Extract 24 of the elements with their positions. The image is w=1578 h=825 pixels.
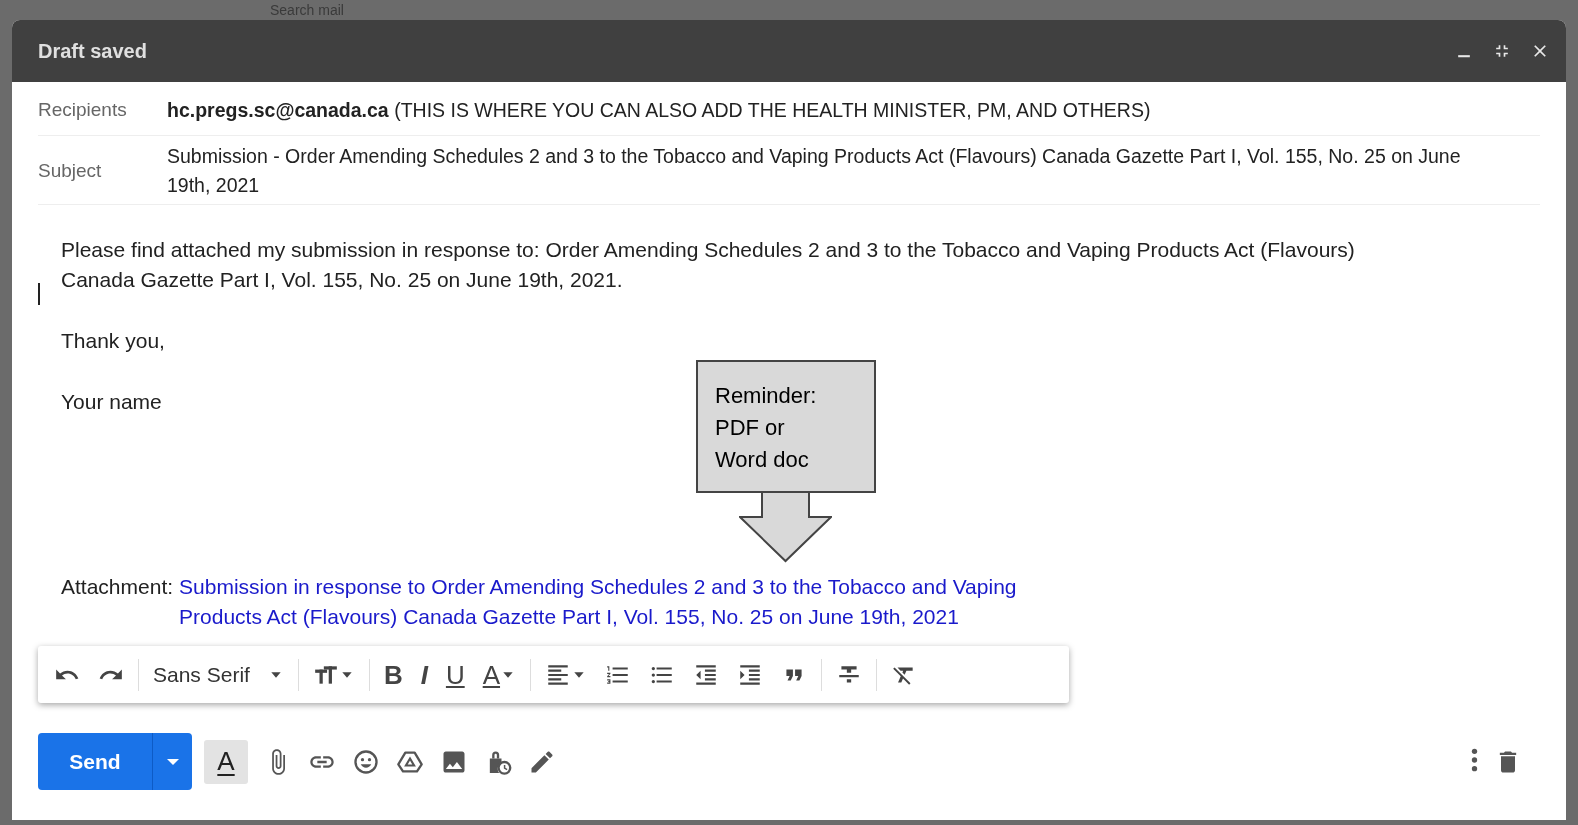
font-dropdown[interactable]: Sans Serif [145, 655, 292, 695]
formatting-options-button[interactable]: A [204, 739, 248, 784]
send-button[interactable]: Send [38, 733, 152, 791]
recipient-note: (THIS IS WHERE YOU CAN ALSO ADD THE HEALTH MINISTER, PM, AND OTHERS) [394, 99, 1151, 121]
italic-button[interactable]: I [412, 657, 436, 692]
bold-button[interactable]: B [375, 657, 411, 692]
body-paragraph: Thank you, [61, 328, 165, 355]
subject-field[interactable]: Submission - Order Amending Schedules 2 and 3 to the Tobacco and Vaping Products Act (Flavours) Canada Gazette Part I, Vol. 155, No. 25 on June 19th, 2021 [167, 142, 1507, 201]
callout-note: Reminder: PDF or Word doc [696, 360, 876, 494]
text-color-button[interactable]: A [474, 657, 525, 692]
recipient-address[interactable]: hc.pregs.sc@canada.ca [167, 99, 389, 121]
body-paragraph: Your name [61, 389, 162, 416]
field-label: Subject [38, 159, 103, 183]
caret-icon [166, 758, 179, 765]
more-icon [1471, 747, 1478, 772]
attachment-link[interactable]: Submission in response to Order Amending Schedules 2 and 3 to the Tobacco and Vaping Products Act (Flavours) Canada Gazette Part I, Vol. 155, No. 25 on June 19th, 2021 [179, 572, 1071, 633]
window-title: Draft saved [38, 39, 147, 64]
underline-button[interactable]: U [437, 657, 473, 692]
send-options-button[interactable] [152, 733, 192, 791]
body-paragraph: Please find attached my submission in response to: Order Amending Schedules 2 and 3 to the Tobacco and Vaping Products Act (Flavours) Canada Gazette Part I, Vol. 155, No. 25 on June 19th, 2021. [61, 237, 1356, 294]
text-cursor [38, 283, 40, 306]
attachment-label: Attachment: [61, 574, 174, 601]
field-label: Recipients [38, 98, 128, 122]
smiley-icon [352, 747, 380, 776]
